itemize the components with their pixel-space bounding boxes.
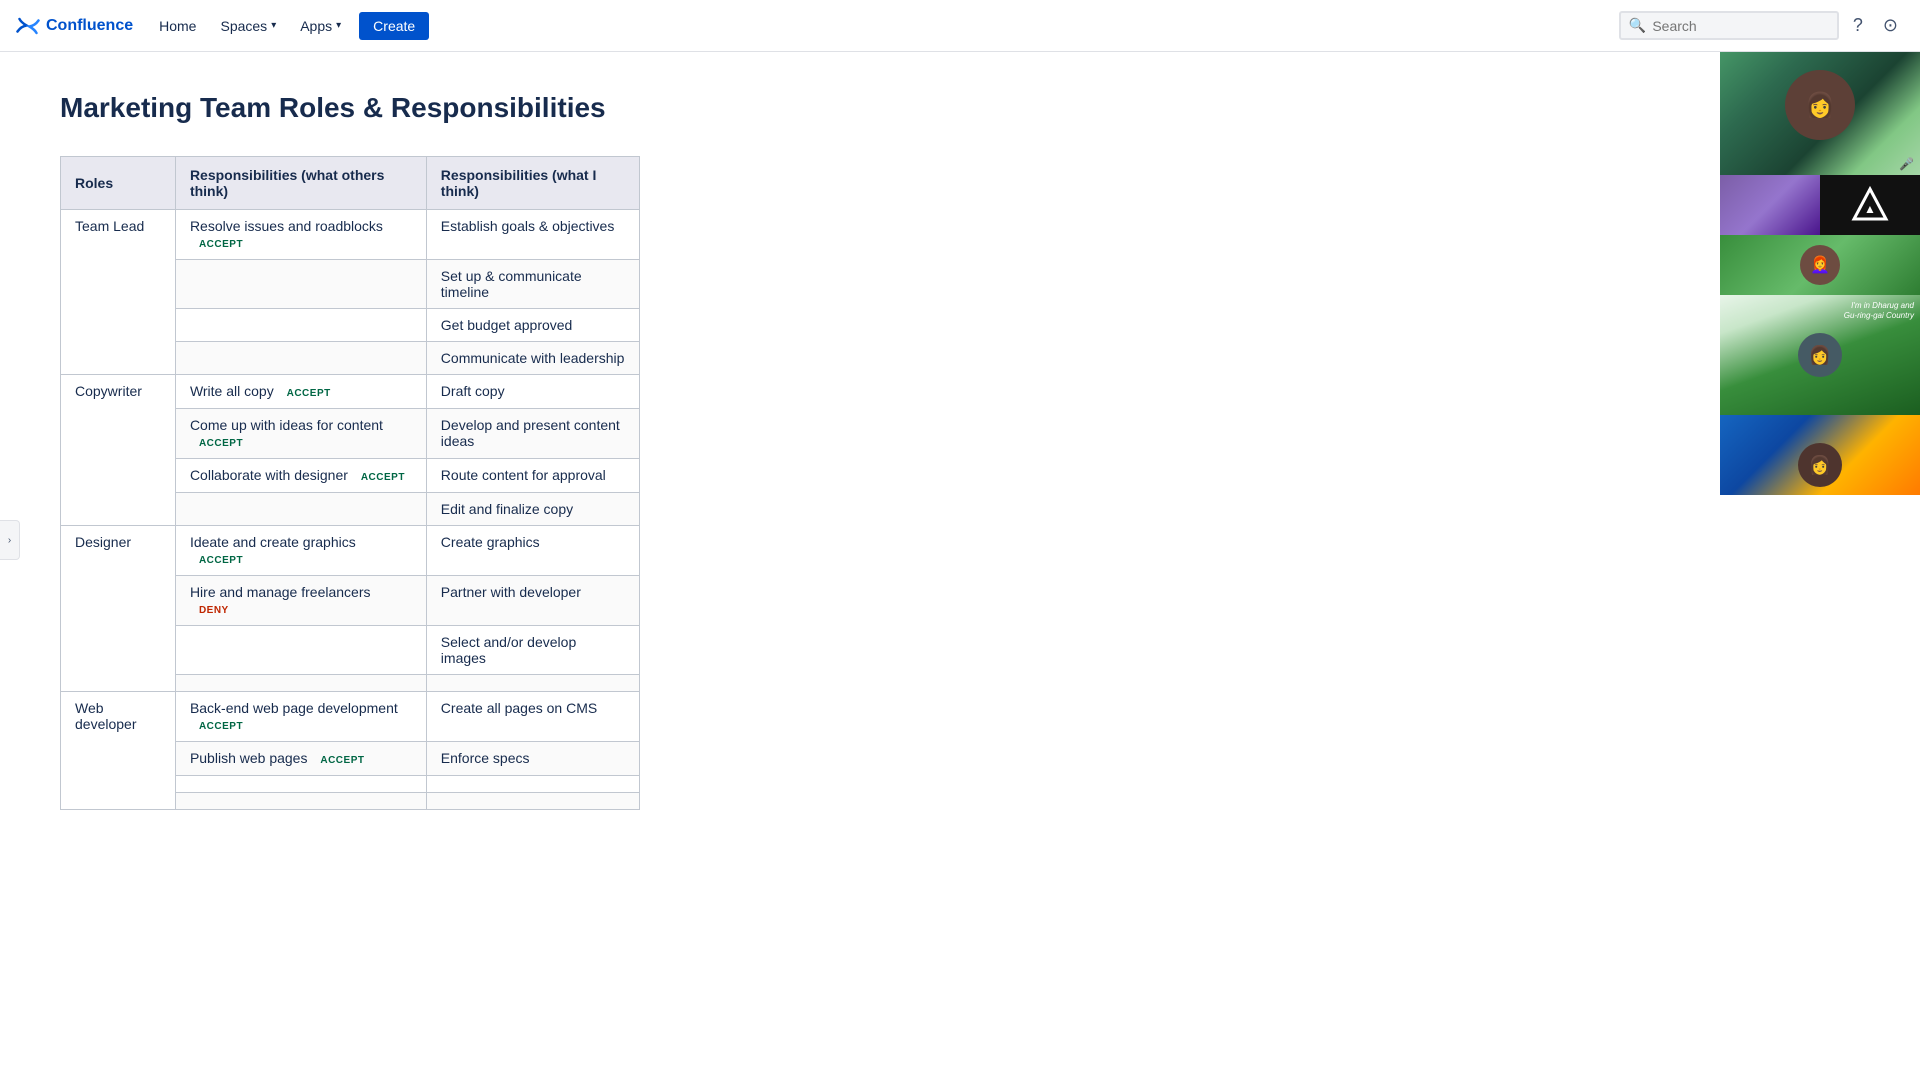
mine-cell: Establish goals & objectives <box>426 210 639 260</box>
mine-cell: Edit and finalize copy <box>426 493 639 526</box>
others-cell <box>175 793 426 810</box>
roles-table: Roles Responsibilities (what others thin… <box>60 156 640 810</box>
others-cell <box>175 309 426 342</box>
table-row: DesignerIdeate and create graphics ACCEP… <box>61 526 640 576</box>
atlassian-tile: ▲ <box>1820 175 1920 235</box>
signin-button[interactable]: ⊙ <box>1877 9 1904 42</box>
badge-accept: ACCEPT <box>282 387 336 400</box>
search-input[interactable] <box>1652 18 1829 34</box>
others-cell <box>175 776 426 793</box>
table-row: Team LeadResolve issues and roadblocks A… <box>61 210 640 260</box>
others-cell <box>175 626 426 675</box>
others-cell: Publish web pages ACCEPT <box>175 742 426 776</box>
page-title: Marketing Team Roles & Responsibilities <box>60 92 1140 124</box>
apps-chevron: ▾ <box>336 20 341 31</box>
video-panel: 👩 🎤 ▲ 👩‍🦰 👩 I'm in Dharug and Gu-ring-ga… <box>1720 35 1920 495</box>
mine-cell <box>426 675 639 692</box>
others-cell: Write all copy ACCEPT <box>175 375 426 409</box>
others-cell: Resolve issues and roadblocks ACCEPT <box>175 210 426 260</box>
mine-cell: Partner with developer <box>426 576 639 626</box>
apps-link[interactable]: Apps ▾ <box>290 12 351 40</box>
mine-cell: Select and/or develop images <box>426 626 639 675</box>
video-tile-4: 👩 🎤 <box>1720 415 1920 495</box>
table-row: Web developerBack-end web page developme… <box>61 692 640 742</box>
col-header-roles: Roles <box>61 157 176 210</box>
video-tile-2: ▲ 👩‍🦰 <box>1720 175 1920 295</box>
mine-cell: Enforce specs <box>426 742 639 776</box>
nav-right: 🔍 ? ⊙ <box>1619 9 1904 42</box>
avatar-1: 👩 <box>1785 70 1855 140</box>
spaces-chevron: ▾ <box>271 20 276 31</box>
mic-icon-1: 🎤 <box>1899 157 1914 171</box>
role-cell: Web developer <box>61 692 176 810</box>
role-cell: Team Lead <box>61 210 176 375</box>
others-cell <box>175 493 426 526</box>
others-cell: Ideate and create graphics ACCEPT <box>175 526 426 576</box>
spaces-link[interactable]: Spaces ▾ <box>210 12 286 40</box>
col-header-others: Responsibilities (what others think) <box>175 157 426 210</box>
svg-text:▲: ▲ <box>1864 202 1876 216</box>
badge-accept: ACCEPT <box>194 554 248 567</box>
others-cell: Hire and manage freelancers DENY <box>175 576 426 626</box>
logo-text: Confluence <box>46 17 133 35</box>
mine-cell: Draft copy <box>426 375 639 409</box>
video-tile-2a <box>1720 175 1820 235</box>
col-header-mine: Responsibilities (what I think) <box>426 157 639 210</box>
badge-accept: ACCEPT <box>315 754 369 767</box>
others-cell <box>175 260 426 309</box>
create-button[interactable]: Create <box>359 12 429 40</box>
video-tile-3: 👩 I'm in Dharug and Gu-ring-gai Country <box>1720 295 1920 415</box>
badge-deny: DENY <box>194 604 234 617</box>
search-box[interactable]: 🔍 <box>1619 11 1839 40</box>
badge-accept: ACCEPT <box>194 437 248 450</box>
mine-cell: Develop and present content ideas <box>426 409 639 459</box>
home-link[interactable]: Home <box>149 12 206 40</box>
mine-cell: Create all pages on CMS <box>426 692 639 742</box>
badge-accept: ACCEPT <box>194 720 248 733</box>
mine-cell: Set up & communicate timeline <box>426 260 639 309</box>
help-button[interactable]: ? <box>1847 9 1869 42</box>
nav-links: Home Spaces ▾ Apps ▾ Create <box>149 12 429 40</box>
video-tile-2b: 👩‍🦰 <box>1720 235 1920 295</box>
others-cell: Collaborate with designer ACCEPT <box>175 459 426 493</box>
mine-cell: Create graphics <box>426 526 639 576</box>
mine-cell: Get budget approved <box>426 309 639 342</box>
role-cell: Copywriter <box>61 375 176 526</box>
confluence-logo[interactable]: Confluence <box>16 14 133 38</box>
badge-accept: ACCEPT <box>356 471 410 484</box>
mine-cell: Communicate with leadership <box>426 342 639 375</box>
mine-cell: Route content for approval <box>426 459 639 493</box>
sidebar-toggle[interactable]: › <box>0 520 20 560</box>
role-cell: Designer <box>61 526 176 692</box>
video-tile-1: 👩 🎤 <box>1720 35 1920 175</box>
badge-accept: ACCEPT <box>194 238 248 251</box>
table-row: CopywriterWrite all copy ACCEPTDraft cop… <box>61 375 640 409</box>
others-cell <box>175 675 426 692</box>
mine-cell <box>426 793 639 810</box>
others-cell: Back-end web page development ACCEPT <box>175 692 426 742</box>
search-icon: 🔍 <box>1629 17 1646 34</box>
others-cell <box>175 342 426 375</box>
tile-3-location-text: I'm in Dharug and Gu-ring-gai Country <box>1844 301 1914 322</box>
mine-cell <box>426 776 639 793</box>
others-cell: Come up with ideas for content ACCEPT <box>175 409 426 459</box>
main-content: Marketing Team Roles & Responsibilities … <box>0 52 1200 870</box>
navbar: Confluence Home Spaces ▾ Apps ▾ Create 🔍… <box>0 0 1920 52</box>
